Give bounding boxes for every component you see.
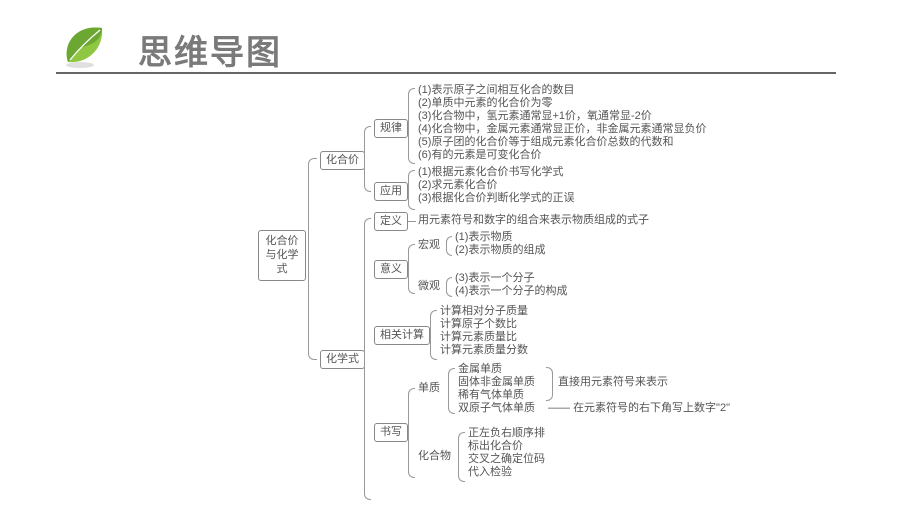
page-title: 思维导图 — [138, 25, 282, 74]
rule-2: (2)单质中元素的化合价为零 — [418, 97, 552, 110]
node-apply: 应用 — [374, 182, 408, 201]
brace-b1a — [408, 88, 415, 164]
node-valence: 化合价 — [320, 151, 365, 170]
node-rules: 规律 — [374, 119, 408, 138]
brace-macro — [446, 236, 452, 256]
brace-b1b — [408, 170, 415, 210]
node-meaning: 意义 — [374, 260, 408, 279]
apply-2: (2)求元素化合价 — [418, 179, 497, 192]
node-calc: 相关计算 — [374, 326, 430, 345]
rule-1: (1)表示原子之间相互化合的数目 — [418, 84, 574, 97]
comp-3: 交叉之确定位码 — [468, 453, 545, 466]
brace-simple-right — [546, 367, 553, 401]
leaf-icon — [58, 22, 110, 70]
calc-1: 计算相对分子质量 — [440, 305, 528, 318]
simple-note1: 直接用元素符号来表示 — [558, 376, 668, 389]
apply-3: (3)根据化合价判断化学式的正误 — [418, 192, 574, 205]
rule-4: (4)化合物中，金属元素通常显正价，非金属元素通常显负价 — [418, 123, 706, 136]
rule-3: (3)化合物中，氢元素通常显+1价，氧通常显-2价 — [418, 110, 652, 123]
line-def — [408, 221, 416, 222]
node-micro: 微观 — [418, 280, 440, 293]
micro-2: (4)表示一个分子的构成 — [455, 285, 567, 298]
simple-note2-text: 在元素符号的右下角写上数字"2" — [573, 402, 730, 414]
macro-2: (2)表示物质的组成 — [455, 244, 545, 257]
brace-b2b — [408, 244, 415, 294]
simple-3: 稀有气体单质 — [458, 389, 524, 402]
simple-2: 固体非金属单质 — [458, 376, 535, 389]
node-def: 定义 — [374, 212, 408, 231]
rule-5: (5)原子团的化合价等于组成元素化合价总数的代数和 — [418, 136, 673, 149]
brace-b2c — [430, 310, 437, 360]
node-simple: 单质 — [418, 382, 440, 395]
calc-3: 计算元素质量比 — [440, 331, 517, 344]
simple-4: 双原子气体单质 — [458, 402, 535, 415]
brace-b2 — [364, 218, 371, 500]
root-node: 化合价与化学式 — [258, 230, 306, 281]
macro-1: (1)表示物质 — [455, 231, 512, 244]
brace-root — [308, 158, 317, 360]
comp-1: 正左负右顺序排 — [468, 427, 545, 440]
calc-4: 计算元素质量分数 — [440, 344, 528, 357]
node-compound: 化合物 — [418, 450, 451, 463]
apply-1: (1)根据元素化合价书写化学式 — [418, 166, 563, 179]
comp-4: 代入检验 — [468, 466, 512, 479]
node-macro: 宏观 — [418, 239, 440, 252]
simple-1: 金属单质 — [458, 363, 502, 376]
root-l2: 与化学式 — [266, 249, 299, 275]
brace-b1 — [364, 126, 371, 192]
brace-simple — [448, 368, 455, 414]
brace-micro — [446, 277, 452, 297]
def-text: 用元素符号和数字的组合来表示物质组成的式子 — [418, 214, 649, 227]
brace-b2d — [408, 388, 415, 478]
calc-2: 计算原子个数比 — [440, 318, 517, 331]
node-write: 书写 — [374, 423, 408, 442]
comp-2: 标出化合价 — [468, 440, 523, 453]
node-formula: 化学式 — [320, 350, 365, 369]
root-l1: 化合价 — [266, 235, 299, 247]
simple-note2: —— 在元素符号的右下角写上数字"2" — [548, 402, 730, 415]
micro-1: (3)表示一个分子 — [455, 272, 534, 285]
title-underline — [56, 72, 836, 74]
brace-compound — [458, 432, 465, 482]
rule-6: (6)有的元素是可变化合价 — [418, 149, 541, 162]
